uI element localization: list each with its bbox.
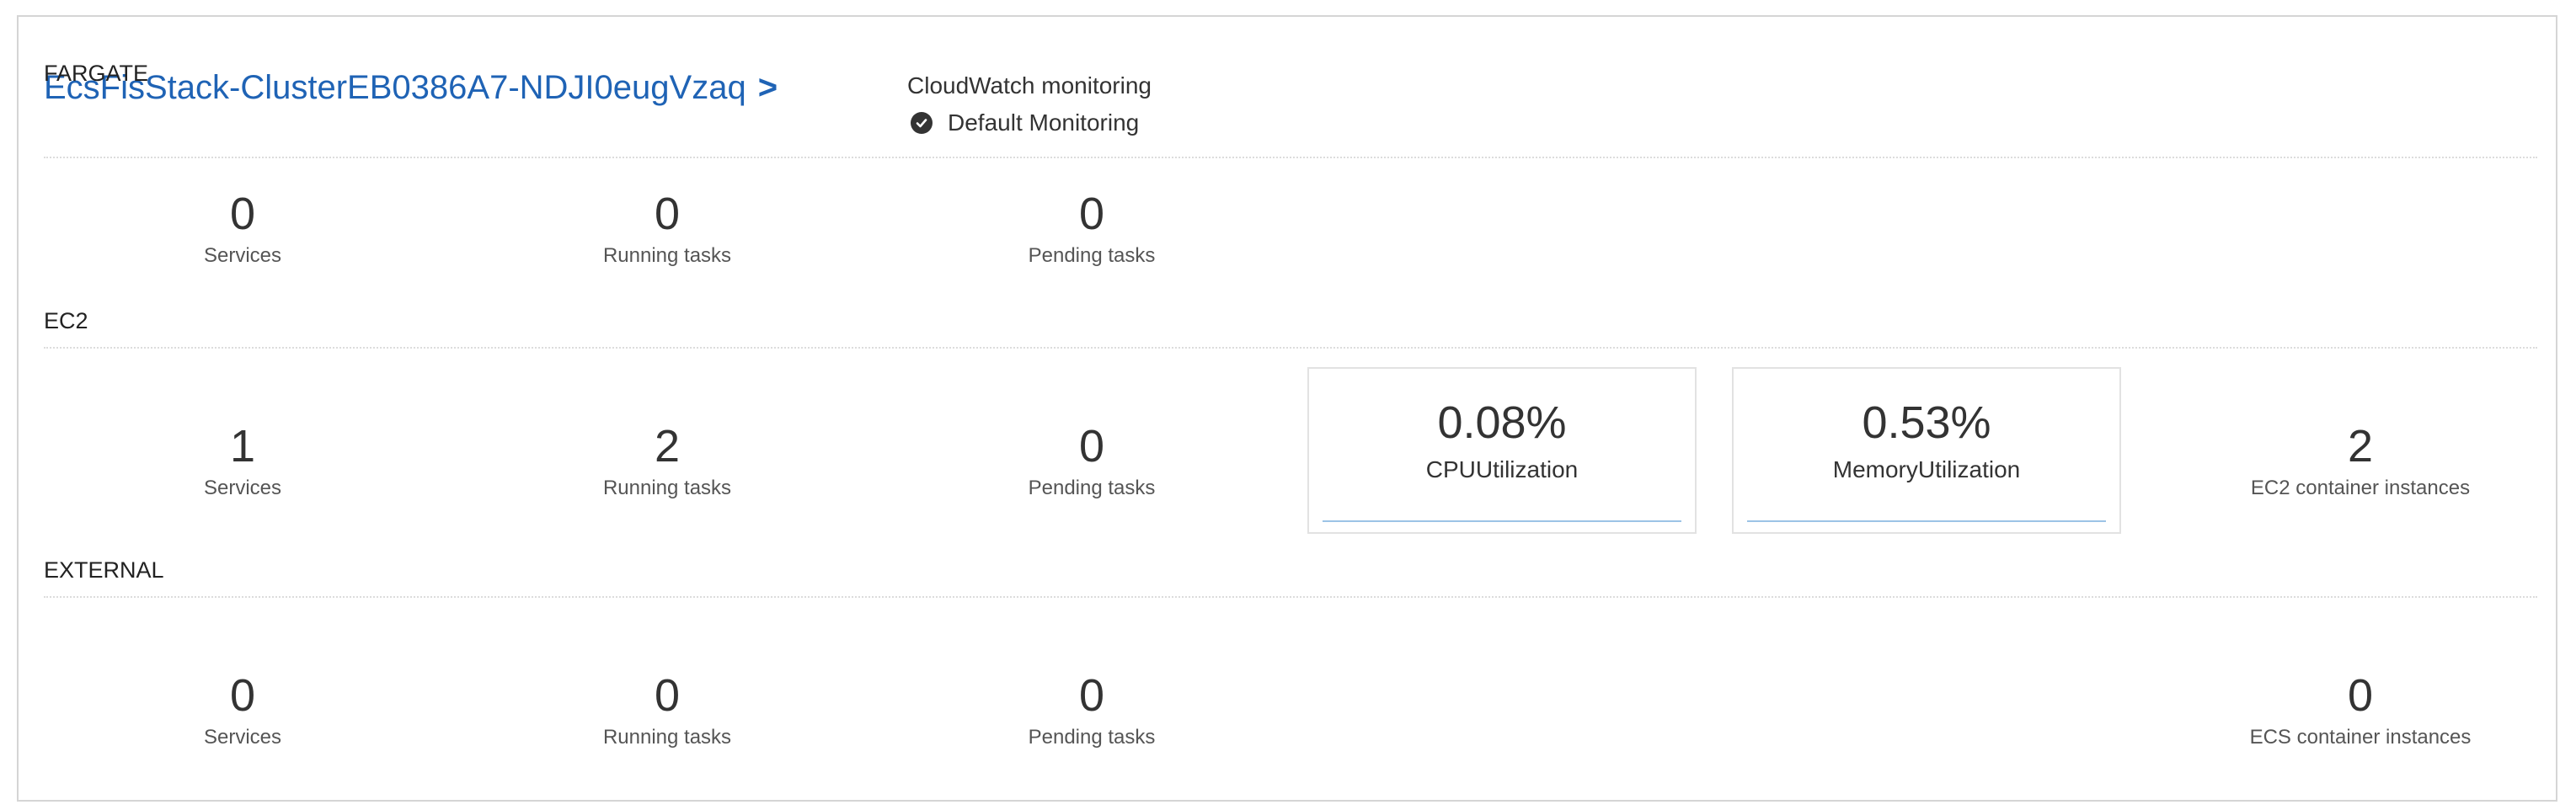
stat-label: Running tasks: [602, 244, 732, 267]
memory-utilization-label: MemoryUtilization: [1832, 456, 2021, 482]
ec2-container-instances-stat: 2 EC2 container instances: [2234, 421, 2487, 500]
section-label-fargate: FARGATE: [44, 61, 149, 86]
cloudwatch-status-label: Default Monitoring: [948, 109, 1140, 136]
cluster-overview-card: EcsFisStack-ClusterEB0386A7-NDJI0eugVzaq…: [17, 15, 2557, 802]
stat-value: 2: [2347, 421, 2374, 472]
section-label-external: EXTERNAL: [44, 557, 164, 583]
cloudwatch-status: Default Monitoring: [907, 109, 1152, 136]
memory-sparkline: [1747, 520, 2106, 522]
ec2-pending-tasks-stat: 0 Pending tasks: [965, 421, 1218, 500]
stat-value: 0: [1078, 189, 1105, 239]
stat-label: Pending tasks: [1028, 244, 1156, 267]
stat-label: EC2 container instances: [2250, 477, 2471, 499]
memory-utilization-widget[interactable]: 0.53% MemoryUtilization: [1732, 367, 2121, 534]
stat-value: 0: [1078, 421, 1105, 472]
stat-value: 0: [229, 670, 256, 721]
stat-value: 0: [654, 189, 681, 239]
external-container-instances-stat: 0 ECS container instances: [2234, 670, 2487, 749]
external-running-tasks-stat: 0 Running tasks: [541, 670, 794, 749]
stat-label: Services: [203, 477, 282, 499]
cpu-sparkline: [1323, 520, 1681, 522]
cluster-name: EcsFisStack-ClusterEB0386A7-NDJI0eugVzaq: [44, 69, 746, 106]
fargate-running-tasks-stat: 0 Running tasks: [541, 189, 794, 268]
stat-label: ECS container instances: [2249, 726, 2472, 749]
stat-label: Running tasks: [602, 726, 732, 749]
stat-value: 0: [654, 670, 681, 721]
ec2-services-stat: 1 Services: [116, 421, 369, 500]
chevron-right-icon: >: [757, 69, 778, 106]
stat-label: Services: [203, 726, 282, 749]
cpu-utilization-widget[interactable]: 0.08% CPUUtilization: [1307, 367, 1697, 534]
stat-value: 1: [229, 421, 256, 472]
fargate-pending-tasks-stat: 0 Pending tasks: [965, 189, 1218, 268]
stat-value: 2: [654, 421, 681, 472]
ec2-running-tasks-stat: 2 Running tasks: [541, 421, 794, 500]
stat-value: 0: [1078, 670, 1105, 721]
check-circle-icon: [911, 112, 933, 134]
cloudwatch-monitoring: CloudWatch monitoring Default Monitoring: [907, 72, 1152, 136]
cpu-utilization-value: 0.08%: [1437, 397, 1567, 448]
stat-label: Pending tasks: [1028, 477, 1156, 499]
cloudwatch-title: CloudWatch monitoring: [907, 72, 1152, 99]
divider: [44, 596, 2537, 598]
section-label-ec2: EC2: [44, 308, 88, 333]
external-services-stat: 0 Services: [116, 670, 369, 749]
cpu-utilization-label: CPUUtilization: [1425, 456, 1579, 482]
stat-label: Services: [203, 244, 282, 267]
stat-value: 0: [229, 189, 256, 239]
stat-value: 0: [2347, 670, 2374, 721]
stat-label: Pending tasks: [1028, 726, 1156, 749]
cluster-name-link[interactable]: EcsFisStack-ClusterEB0386A7-NDJI0eugVzaq…: [44, 69, 778, 107]
divider: [44, 157, 2537, 158]
fargate-services-stat: 0 Services: [116, 189, 369, 268]
memory-utilization-value: 0.53%: [1862, 397, 1991, 448]
divider: [44, 347, 2537, 349]
external-pending-tasks-stat: 0 Pending tasks: [965, 670, 1218, 749]
stat-label: Running tasks: [602, 477, 732, 499]
